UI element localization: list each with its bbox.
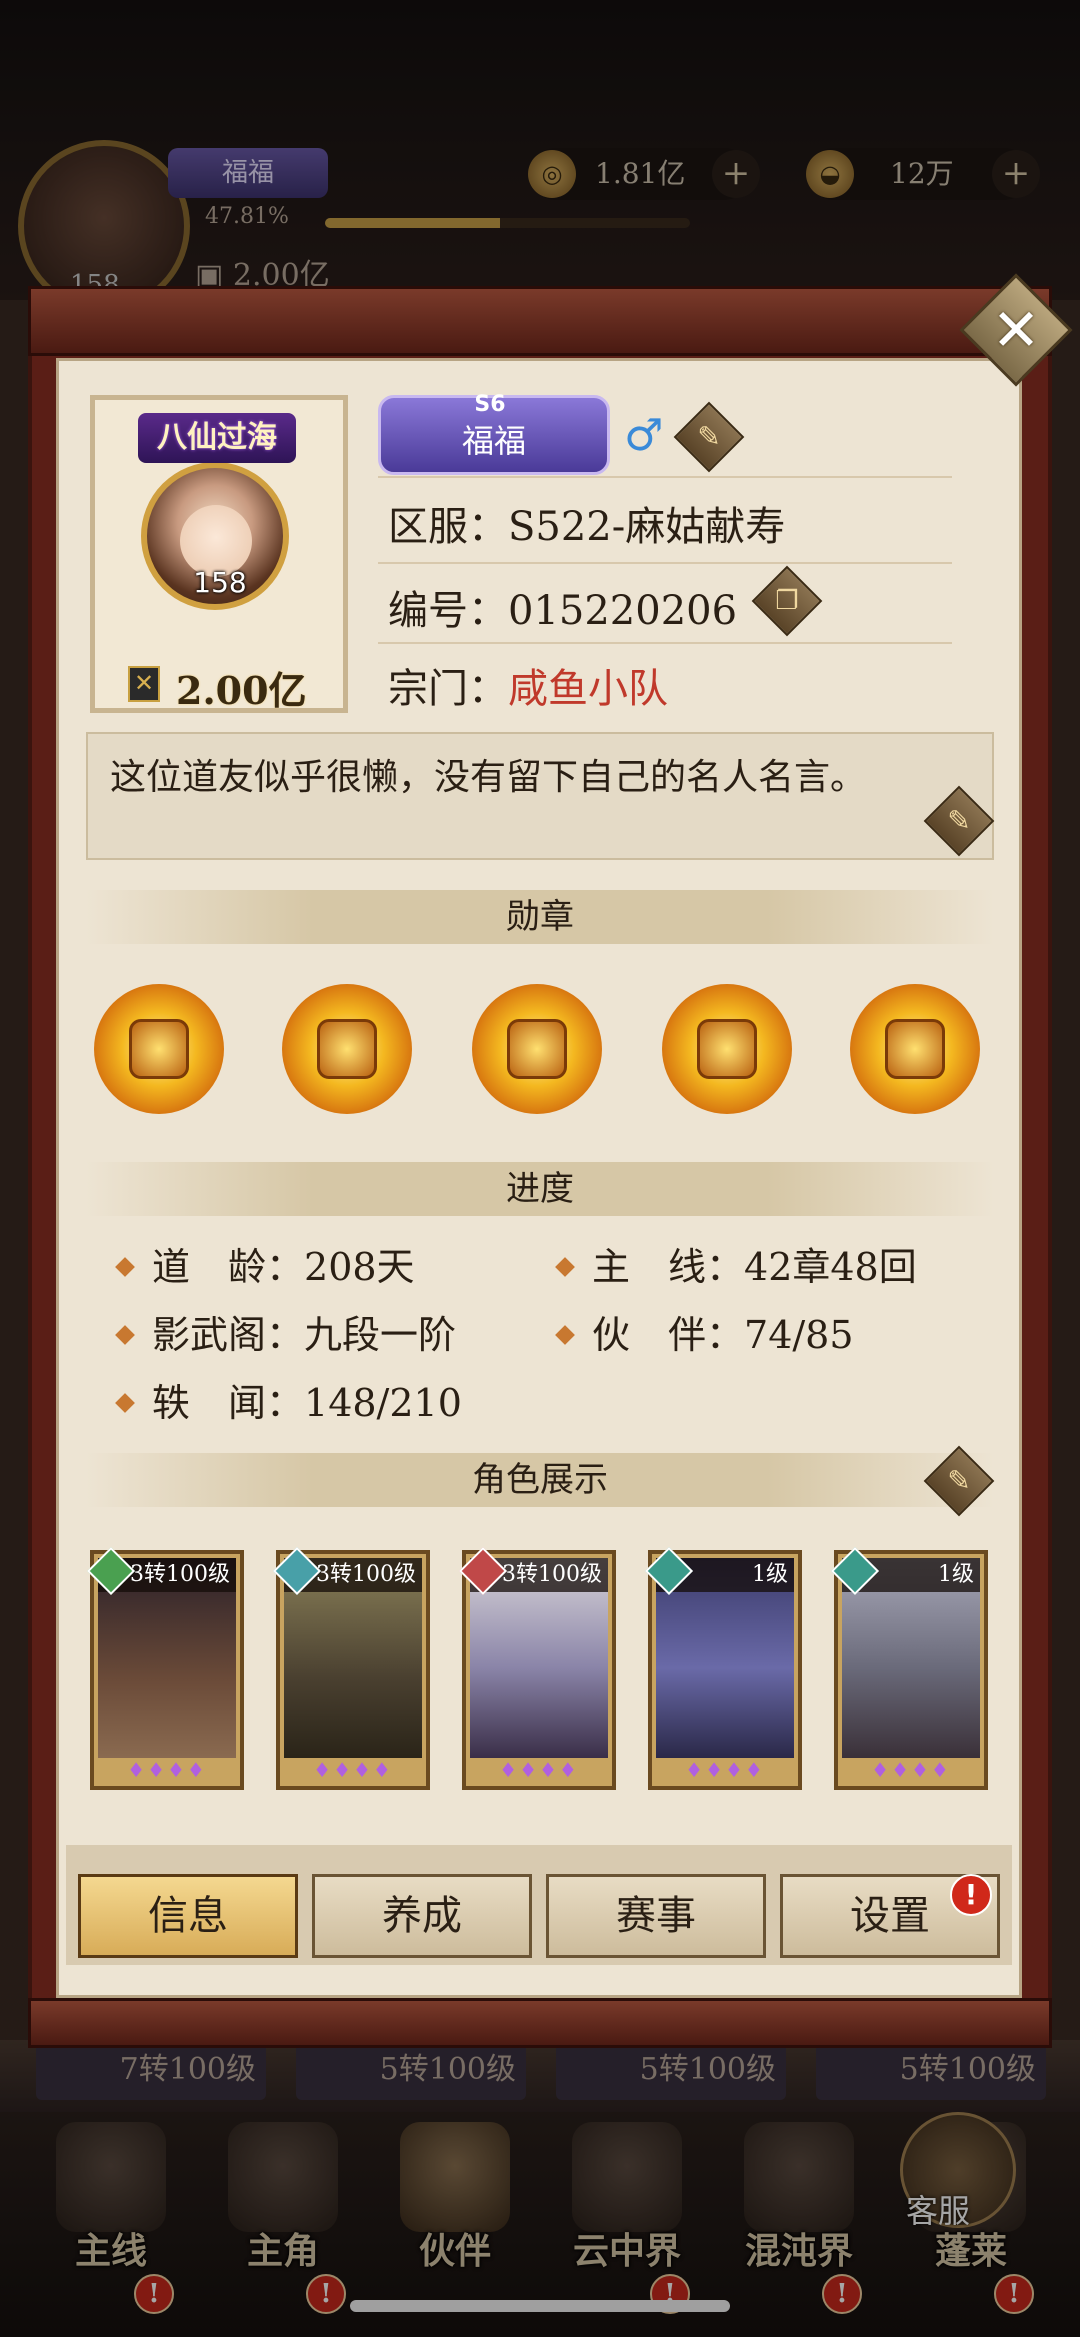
combat-power: 2.00亿: [176, 668, 307, 713]
brush-icon[interactable]: ✎: [684, 412, 734, 462]
section-header-progress: 进度: [86, 1162, 994, 1216]
id-row: 编号：015220206: [388, 578, 737, 636]
diamond-bullet-icon: [555, 1324, 575, 1345]
progress-item: 影武阁：九段一阶: [115, 1304, 457, 1359]
progress-value: 九段一阶: [304, 1313, 457, 1357]
medal[interactable]: [472, 984, 602, 1114]
diamond-bullet-icon: [555, 1256, 575, 1277]
copy-icon[interactable]: ❐: [762, 576, 812, 626]
progress-value: 42章48回: [744, 1245, 917, 1289]
server-value: S522-麻姑献寿: [508, 504, 786, 550]
sect-value[interactable]: 咸鱼小队: [508, 666, 668, 712]
medal[interactable]: [94, 984, 224, 1114]
close-icon[interactable]: ✕: [976, 290, 1056, 370]
character-stars: ♦♦♦♦: [871, 1758, 951, 1782]
server-row: 区服：S522-麻姑献寿: [388, 494, 785, 552]
progress-item: 主 线：42章48回: [555, 1236, 917, 1291]
medal-emblem-icon: [697, 1019, 757, 1079]
settings-alert-badge: !: [950, 1874, 992, 1916]
tab-events[interactable]: 赛事: [546, 1874, 766, 1958]
title-ribbon: 八仙过海: [138, 413, 296, 463]
progress-value: 148/210: [304, 1381, 462, 1425]
character-card[interactable]: 3转100级 ♦♦♦♦: [458, 1546, 616, 1790]
progress-label: 主 线：: [592, 1245, 745, 1289]
progress-label: 伙 伴：: [592, 1313, 745, 1357]
modal-top-border: [28, 286, 1052, 356]
sect-label: 宗门：: [388, 666, 508, 712]
character-card[interactable]: 1级 ♦♦♦♦: [644, 1546, 802, 1790]
medal-emblem-icon: [885, 1019, 945, 1079]
brush-icon[interactable]: ✎: [934, 1456, 984, 1506]
diamond-bullet-icon: [115, 1256, 135, 1277]
male-gender-icon: ♂: [624, 410, 664, 461]
brush-icon[interactable]: ✎: [934, 796, 984, 846]
character-stars: ♦♦♦♦: [127, 1758, 207, 1782]
server-label: 区服：: [388, 504, 508, 550]
avatar-level: 158: [193, 566, 247, 599]
character-card[interactable]: 3转100级 ♦♦♦♦: [86, 1546, 244, 1790]
character-stars: ♦♦♦♦: [499, 1758, 579, 1782]
progress-label: 道 龄：: [152, 1245, 305, 1289]
diamond-bullet-icon: [115, 1324, 135, 1345]
sect-row: 宗门：咸鱼小队: [388, 656, 668, 714]
diamond-bullet-icon: [115, 1392, 135, 1413]
section-header-characters: 角色展示: [86, 1453, 994, 1507]
progress-label: 轶 闻：: [152, 1381, 305, 1425]
character-card[interactable]: 3转100级 ♦♦♦♦: [272, 1546, 430, 1790]
power-icon: ✕: [128, 666, 160, 702]
season-tag: S6: [474, 392, 506, 417]
motto-text: 这位道友似乎很懒，没有留下自己的名人名言。: [110, 757, 867, 798]
tab-cultivation[interactable]: 养成: [312, 1874, 532, 1958]
medal[interactable]: [282, 984, 412, 1114]
id-value: 015220206: [508, 588, 738, 634]
progress-item: 伙 伴：74/85: [555, 1304, 854, 1359]
character-stars: ♦♦♦♦: [313, 1758, 393, 1782]
section-header-medals: 勋章: [86, 890, 994, 944]
medal-emblem-icon: [129, 1019, 189, 1079]
character-stars: ♦♦♦♦: [685, 1758, 765, 1782]
medal[interactable]: [662, 984, 792, 1114]
id-label: 编号：: [388, 588, 508, 634]
progress-value: 208天: [304, 1245, 415, 1289]
medal[interactable]: [850, 984, 980, 1114]
medal-emblem-icon: [317, 1019, 377, 1079]
divider: [378, 642, 952, 644]
progress-item: 道 龄：208天: [115, 1236, 415, 1291]
player-name: 福福: [461, 422, 526, 460]
character-card[interactable]: 1级 ♦♦♦♦: [830, 1546, 988, 1790]
progress-label: 影武阁：: [152, 1313, 305, 1357]
medal-emblem-icon: [507, 1019, 567, 1079]
tab-info[interactable]: 信息: [78, 1874, 298, 1958]
progress-value: 74/85: [744, 1313, 854, 1357]
progress-item: 轶 闻：148/210: [115, 1372, 462, 1427]
divider: [378, 476, 952, 478]
modal-bottom-border: [28, 1998, 1052, 2048]
divider: [378, 562, 952, 564]
